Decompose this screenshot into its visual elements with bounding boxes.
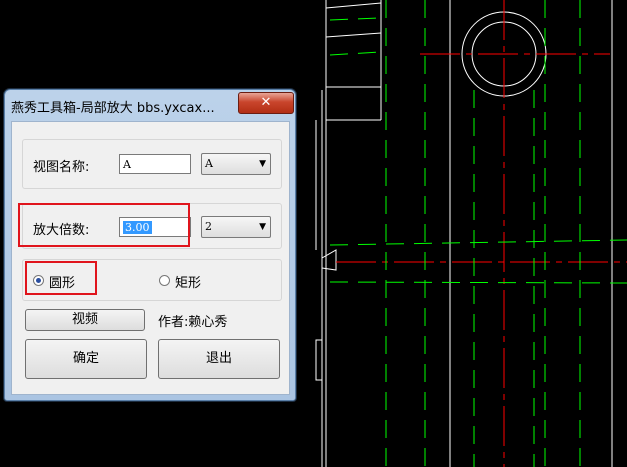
zoom-detail-dialog: 燕秀工具箱-局部放大 bbs.yxcax... ✕ 视图名称: A A ▼ 放大… [4, 89, 296, 401]
dropdown-arrow-icon: ▼ [259, 159, 266, 169]
view-name-group: 视图名称: A A ▼ [22, 139, 282, 189]
view-name-combo[interactable]: A ▼ [201, 153, 271, 175]
scale-combo[interactable]: 2 ▼ [201, 216, 271, 238]
view-name-input[interactable]: A [119, 154, 191, 174]
exit-button[interactable]: 退出 [158, 339, 280, 379]
shape-highlight-box [25, 261, 97, 295]
hidden-lines [329, 0, 627, 467]
part-outline [315, 0, 613, 467]
scale-highlight-box [18, 203, 190, 247]
shape-rect-label[interactable]: 矩形 [175, 272, 201, 291]
close-icon: ✕ [260, 95, 272, 110]
view-name-label: 视图名称: [33, 160, 90, 175]
scale-combo-value: 2 [205, 220, 212, 233]
author-text: 作者:赖心秀 [158, 315, 228, 330]
video-button[interactable]: 视频 [25, 309, 145, 331]
center-lines [336, 0, 627, 467]
dialog-title: 燕秀工具箱-局部放大 bbs.yxcax... [11, 101, 215, 116]
ok-button[interactable]: 确定 [25, 339, 147, 379]
radio-icon[interactable] [159, 275, 170, 286]
dialog-titlebar[interactable]: 燕秀工具箱-局部放大 bbs.yxcax... ✕ [5, 90, 295, 118]
close-button[interactable]: ✕ [238, 92, 294, 114]
view-combo-value: A [205, 157, 213, 170]
dialog-client-area: 视图名称: A A ▼ 放大倍数: 3.00 2 ▼ 圆形 矩形 视频 作者:赖… [11, 121, 290, 395]
dropdown-arrow-icon: ▼ [259, 222, 266, 232]
